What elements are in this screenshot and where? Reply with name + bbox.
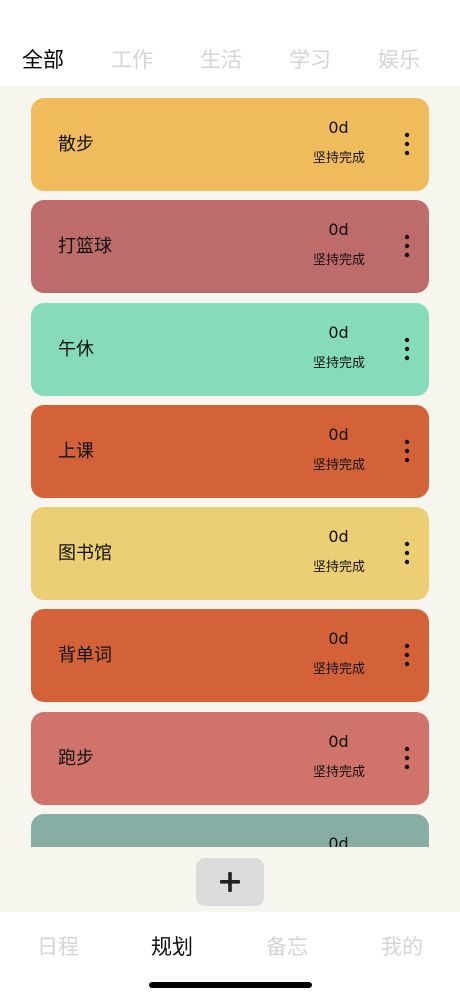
more-vertical-icon[interactable]: [397, 130, 417, 158]
streak-count: 0d: [328, 732, 349, 751]
streak-count: 0d: [328, 323, 349, 342]
habit-card[interactable]: 散步 0d 坚持完成: [31, 98, 429, 191]
streak-label: 坚持完成: [312, 662, 365, 677]
streak-label: 坚持完成: [312, 151, 365, 166]
habit-card[interactable]: 午休 0d 坚持完成: [31, 303, 429, 396]
home-indicator[interactable]: [149, 982, 312, 988]
category-tabs: 全部 工作 生活 学习 娱乐: [0, 0, 460, 86]
habit-title: 午休: [58, 339, 94, 360]
bottom-navigation: 日程 规划 备忘 我的: [0, 912, 460, 997]
streak-count: 0d: [328, 118, 349, 137]
tab-all[interactable]: 全部: [0, 45, 88, 75]
habit-list[interactable]: 散步 0d 坚持完成 打篮球 0d 坚持完成 午休 0d 坚持完成 上课 0d …: [0, 86, 460, 847]
streak-label: 坚持完成: [312, 765, 365, 780]
habit-card[interactable]: 跑步 0d 坚持完成: [31, 712, 429, 805]
more-vertical-icon[interactable]: [397, 539, 417, 567]
habit-title: 散步: [58, 134, 94, 155]
streak-label: 坚持完成: [312, 356, 365, 371]
tab-entertainment[interactable]: 娱乐: [354, 45, 444, 75]
habit-title: 跑步: [58, 748, 94, 769]
nav-schedule[interactable]: 日程: [8, 932, 108, 962]
nav-memo[interactable]: 备忘: [237, 932, 337, 962]
streak-count: 0d: [328, 220, 349, 239]
habit-title: 图书馆: [58, 543, 112, 564]
add-habit-button[interactable]: [196, 858, 264, 906]
streak-label: 坚持完成: [312, 253, 365, 268]
more-vertical-icon[interactable]: [397, 641, 417, 669]
nav-planning[interactable]: 规划: [122, 932, 222, 962]
streak-count: 0d: [328, 425, 349, 444]
more-vertical-icon[interactable]: [397, 437, 417, 465]
habit-title: 背单词: [58, 645, 112, 666]
streak-count: 0d: [328, 527, 349, 546]
habit-card[interactable]: 上课 0d 坚持完成: [31, 405, 429, 498]
streak-label: 坚持完成: [312, 560, 365, 575]
more-vertical-icon[interactable]: [397, 232, 417, 260]
habit-list-area: 散步 0d 坚持完成 打篮球 0d 坚持完成 午休 0d 坚持完成 上课 0d …: [0, 86, 460, 912]
habit-card[interactable]: 背单词 0d 坚持完成: [31, 609, 429, 702]
tab-life[interactable]: 生活: [176, 45, 266, 75]
tab-work[interactable]: 工作: [87, 45, 177, 75]
habit-card[interactable]: 图书馆 0d 坚持完成: [31, 507, 429, 600]
streak-count: 0d: [328, 629, 349, 648]
tab-study[interactable]: 学习: [265, 45, 355, 75]
streak-count: 0d: [328, 834, 349, 847]
habit-card[interactable]: 打篮球 0d 坚持完成: [31, 200, 429, 293]
nav-mine[interactable]: 我的: [352, 932, 452, 962]
habit-card[interactable]: 0d: [31, 814, 429, 847]
plus-icon: [220, 872, 240, 892]
more-vertical-icon[interactable]: [397, 335, 417, 363]
habit-title: 打篮球: [58, 236, 112, 257]
more-vertical-icon[interactable]: [397, 744, 417, 772]
habit-title: 上课: [58, 441, 94, 462]
streak-label: 坚持完成: [312, 458, 365, 473]
